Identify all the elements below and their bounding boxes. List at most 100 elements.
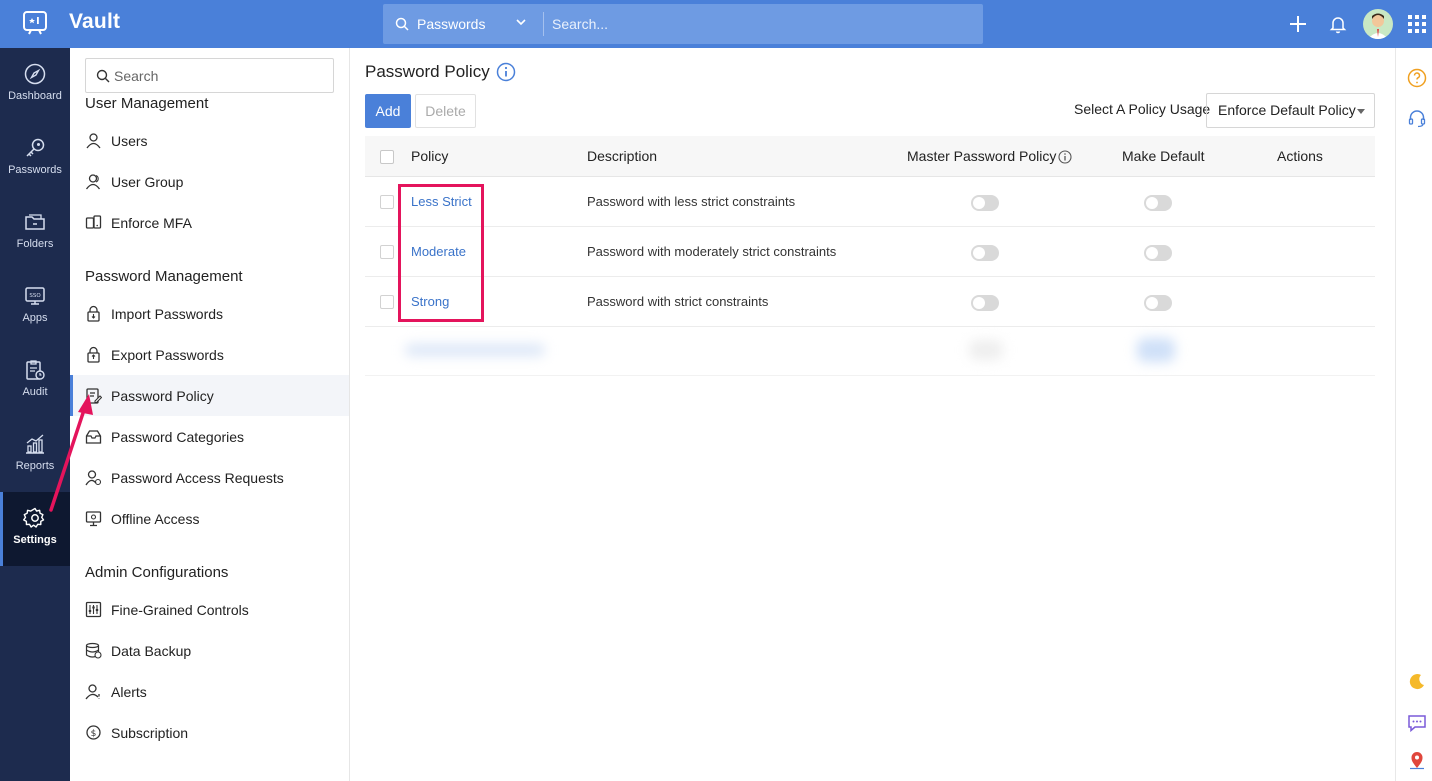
rail-item-settings[interactable]: Settings: [0, 492, 70, 566]
make-default-toggle[interactable]: [1144, 245, 1172, 261]
settings-item-password-categories[interactable]: Password Categories: [70, 416, 349, 457]
right-utility-strip: [1395, 48, 1432, 781]
settings-item-label: Offline Access: [111, 510, 200, 527]
blurred-content: [969, 340, 1003, 360]
lock-import-icon: [87, 305, 100, 322]
lock-export-icon: [87, 346, 100, 363]
select-all-checkbox[interactable]: [380, 150, 394, 164]
settings-item-offline-access[interactable]: Offline Access: [70, 498, 349, 539]
settings-item-subscription[interactable]: $ Subscription: [70, 712, 349, 753]
make-default-toggle[interactable]: [1144, 195, 1172, 211]
row-checkbox[interactable]: [380, 295, 394, 309]
blurred-content: [405, 344, 545, 356]
svg-text:$: $: [91, 729, 97, 739]
settings-search-input[interactable]: [114, 59, 329, 92]
search-scope-dropdown[interactable]: Passwords: [383, 4, 543, 44]
rail-item-passwords[interactable]: Passwords: [0, 122, 70, 196]
settings-item-label: Export Passwords: [111, 346, 224, 363]
avatar[interactable]: [1363, 9, 1393, 39]
settings-item-label: Password Policy: [111, 387, 214, 404]
add-button[interactable]: Add: [365, 94, 411, 128]
user-alert-icon: [85, 684, 100, 700]
settings-item-fine-grained-controls[interactable]: Fine-Grained Controls: [70, 589, 349, 630]
search-scope-label: Passwords: [417, 16, 486, 32]
app-title: Vault: [69, 10, 121, 33]
vault-logo-icon[interactable]: [22, 10, 48, 36]
location-pin-icon[interactable]: [1407, 750, 1427, 770]
key-icon: [26, 138, 45, 157]
policy-description: Password with strict constraints: [587, 294, 769, 309]
bell-icon[interactable]: [1326, 12, 1350, 36]
database-backup-icon: [85, 642, 102, 659]
chevron-down-icon: [516, 19, 526, 26]
settings-item-label: User Group: [111, 173, 184, 190]
rail-item-label: Passwords: [8, 164, 62, 176]
settings-item-user-group[interactable]: User Group: [70, 161, 349, 202]
section-heading-user-management: User Management: [85, 95, 209, 112]
settings-item-label: Alerts: [111, 683, 147, 700]
user-avatar-icon: [1368, 13, 1388, 39]
settings-item-data-backup[interactable]: Data Backup: [70, 630, 349, 671]
highlight-box-policies: [398, 184, 484, 322]
rail-item-label: Audit: [22, 386, 48, 398]
reports-chart-icon: [26, 434, 44, 454]
column-header-policy: Policy: [411, 148, 449, 164]
main-content: Password Policy Add Delete Select A Poli…: [350, 48, 1395, 781]
settings-item-label: Subscription: [111, 724, 189, 741]
table-row: Strong Password with strict constraints: [365, 277, 1375, 327]
settings-item-label: Users: [111, 132, 148, 149]
plus-icon[interactable]: [1286, 12, 1310, 36]
policy-usage-label: Select A Policy Usage: [1074, 101, 1211, 117]
settings-item-label: Import Passwords: [111, 305, 224, 322]
delete-button[interactable]: Delete: [415, 94, 476, 128]
policy-description: Password with moderately strict constrai…: [587, 244, 837, 259]
section-heading-admin-configurations: Admin Configurations: [85, 564, 229, 581]
row-checkbox[interactable]: [380, 195, 394, 209]
rail-item-label: Dashboard: [8, 90, 62, 102]
sso-apps-icon: SSO: [25, 287, 45, 305]
rail-item-label: Folders: [16, 238, 54, 250]
column-header-master-policy: Master Password Policy: [907, 148, 1057, 164]
blurred-row: [365, 326, 1375, 376]
master-policy-toggle[interactable]: [971, 245, 999, 261]
row-checkbox[interactable]: [380, 245, 394, 259]
global-search-input[interactable]: [552, 4, 972, 44]
info-icon[interactable]: [496, 62, 516, 82]
global-search-bar: Passwords: [383, 4, 983, 44]
help-icon[interactable]: [1407, 68, 1427, 88]
rail-item-reports[interactable]: Reports: [0, 418, 70, 492]
moon-dark-mode-icon[interactable]: [1407, 672, 1427, 692]
master-policy-toggle[interactable]: [971, 295, 999, 311]
settings-item-enforce-mfa[interactable]: Enforce MFA: [70, 202, 349, 243]
settings-item-import-passwords[interactable]: Import Passwords: [70, 293, 349, 334]
settings-item-password-policy[interactable]: Password Policy: [70, 375, 349, 416]
policy-description: Password with less strict constraints: [587, 194, 796, 209]
chat-icon[interactable]: [1407, 713, 1427, 733]
section-heading-password-management: Password Management: [85, 268, 243, 285]
top-bar: Vault Passwords: [0, 0, 1432, 48]
user-icon: [86, 133, 101, 149]
user-request-icon: [85, 470, 102, 486]
headset-support-icon[interactable]: [1407, 108, 1427, 128]
make-default-toggle[interactable]: [1144, 295, 1172, 311]
settings-item-users[interactable]: Users: [70, 120, 349, 161]
settings-search-box[interactable]: [85, 58, 334, 93]
rail-item-audit[interactable]: Audit: [0, 344, 70, 418]
folder-icon: [25, 214, 45, 230]
app-grid-icon[interactable]: [1405, 12, 1429, 36]
table-header: Policy Description Master Password Polic…: [365, 136, 1375, 177]
rail-item-folders[interactable]: Folders: [0, 196, 70, 270]
compass-icon: [24, 63, 46, 85]
settings-item-password-access-requests[interactable]: Password Access Requests: [70, 457, 349, 498]
info-icon[interactable]: [1058, 150, 1072, 164]
master-policy-toggle[interactable]: [971, 195, 999, 211]
settings-item-label: Enforce MFA: [111, 214, 192, 231]
settings-item-alerts[interactable]: Alerts: [70, 671, 349, 712]
settings-item-export-passwords[interactable]: Export Passwords: [70, 334, 349, 375]
settings-item-label: Password Categories: [111, 428, 245, 445]
settings-item-label: Data Backup: [111, 642, 192, 659]
rail-item-dashboard[interactable]: Dashboard: [0, 48, 70, 122]
policy-usage-select[interactable]: Enforce Default Policy: [1206, 93, 1375, 128]
caret-down-icon: [1357, 109, 1365, 114]
rail-item-apps[interactable]: SSO Apps: [0, 270, 70, 344]
